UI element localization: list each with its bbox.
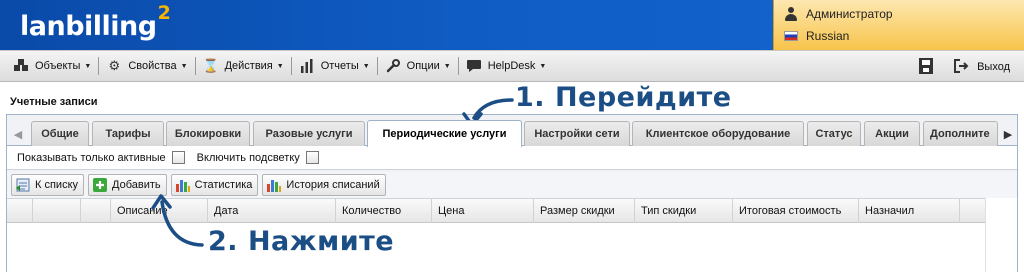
grid-col-blank-2 — [33, 199, 81, 223]
wrench-icon — [385, 58, 401, 74]
annotation-step-2: 2. Нажмите — [208, 226, 395, 257]
tab-additional[interactable]: Дополните — [923, 121, 998, 146]
tab-scroll-left-icon[interactable]: ◀ — [10, 126, 26, 142]
panel-title: Учетные записи — [0, 84, 1024, 116]
grid-header: Описание Дата Количество Цена Размер ски… — [7, 198, 1017, 223]
app-logo: lanbilling2 — [20, 2, 171, 42]
chevron-down-icon: ▼ — [362, 62, 370, 70]
hourglass-icon: ⌛ — [202, 58, 219, 73]
grid-col-discount-type[interactable]: Тип скидки — [635, 199, 733, 223]
menu-helpdesk-label: HelpDesk — [487, 60, 536, 72]
statistics-button[interactable]: Статистика — [170, 174, 259, 196]
grid-col-quantity[interactable]: Количество — [336, 199, 432, 223]
tab-network-settings[interactable]: Настройки сети — [524, 121, 630, 146]
menu-actions-label: Действия — [224, 60, 273, 72]
bar-chart-icon — [266, 177, 282, 193]
exit-label: Выход — [977, 61, 1010, 73]
tab-general[interactable]: Общие — [31, 121, 89, 146]
grid-col-description[interactable]: Описание — [111, 199, 208, 223]
user-icon — [784, 7, 798, 21]
menu-divider — [376, 57, 378, 75]
tab-scroll-right-icon[interactable]: ▶ — [1000, 126, 1016, 142]
tab-strip: ◀ Общие Тарифы Блокировки Разовые услуги… — [6, 118, 1018, 147]
language-row[interactable]: Russian — [784, 26, 849, 46]
user-panel: Администратор Russian — [773, 0, 1024, 50]
grid-col-price[interactable]: Цена — [432, 199, 534, 223]
grid-col-tail — [960, 199, 987, 223]
menu-helpdesk[interactable]: HelpDesk ▼ — [461, 55, 552, 77]
bar-chart-icon — [175, 177, 191, 193]
main-menubar: Объекты ▼ ⚙ Свойства ▼ ⌛ Действия ▼ Отче… — [0, 50, 1024, 82]
menu-reports[interactable]: Отчеты ▼ — [294, 55, 375, 77]
menu-divider — [290, 57, 292, 75]
add-label: Добавить — [112, 179, 161, 191]
chevron-down-icon: ▼ — [276, 62, 284, 70]
tab-promotions[interactable]: Акции — [864, 121, 920, 146]
menu-divider — [457, 57, 459, 75]
menu-reports-label: Отчеты — [320, 60, 359, 72]
menu-objects-label: Объекты — [35, 60, 81, 72]
back-to-list-label: К списку — [35, 179, 79, 191]
filter-options: Показывать только активные Включить подс… — [7, 146, 1017, 170]
menu-divider — [98, 57, 100, 75]
charge-history-label: История списаний — [286, 179, 380, 191]
tab-client-equipment[interactable]: Клиентское оборудование — [632, 121, 804, 146]
grid-col-discount-size[interactable]: Размер скидки — [534, 199, 635, 223]
app-root: lanbilling2 Администратор Russian Объект… — [0, 0, 1024, 272]
user-name-row[interactable]: Администратор — [784, 4, 893, 24]
tab-blocks[interactable]: Блокировки — [166, 121, 250, 146]
user-name: Администратор — [806, 7, 893, 21]
add-button[interactable]: Добавить — [88, 174, 167, 196]
grid-col-assigned-by[interactable]: Назначил — [859, 199, 960, 223]
menu-actions[interactable]: ⌛ Действия ▼ — [198, 55, 289, 77]
cubes-icon — [13, 58, 29, 74]
russia-flag-icon — [784, 31, 798, 41]
grid-scrollbar-area[interactable] — [985, 198, 1017, 272]
tab-one-time-services[interactable]: Разовые услуги — [253, 121, 365, 146]
statistics-label: Статистика — [194, 179, 253, 191]
show-active-only-label: Показывать только активные — [17, 151, 166, 164]
menu-properties-label: Свойства — [128, 60, 177, 72]
show-active-only-checkbox[interactable] — [171, 151, 185, 164]
highlight-label: Включить подсветку — [196, 151, 300, 164]
back-to-list-button[interactable]: К списку — [11, 174, 85, 196]
grid-toolbar: К списку Добавить Статистика История спи… — [7, 172, 1017, 198]
exit-button[interactable]: Выход — [953, 58, 1010, 77]
menu-properties[interactable]: ⚙ Свойства ▼ — [101, 55, 192, 77]
bar-chart-icon — [299, 58, 315, 74]
chevron-down-icon: ▼ — [443, 62, 451, 70]
grid-col-blank-3 — [81, 199, 111, 223]
grid-col-date[interactable]: Дата — [208, 199, 336, 223]
grid-body — [7, 223, 1017, 272]
list-back-icon — [15, 177, 31, 193]
charge-history-button[interactable]: История списаний — [262, 174, 386, 196]
menubar-right: Выход — [919, 56, 1010, 78]
menu-options[interactable]: Опции ▼ — [380, 55, 456, 77]
plus-icon — [92, 177, 108, 193]
app-header: lanbilling2 Администратор Russian — [0, 0, 1024, 50]
highlight-checkbox[interactable] — [305, 151, 319, 164]
tab-status[interactable]: Статус — [807, 121, 861, 146]
chat-bubble-icon — [466, 58, 482, 74]
save-icon[interactable] — [919, 57, 934, 77]
grid-col-total-cost[interactable]: Итоговая стоимость — [733, 199, 859, 223]
language-label: Russian — [806, 29, 850, 43]
menu-objects[interactable]: Объекты ▼ — [8, 55, 96, 77]
tab-tariffs[interactable]: Тарифы — [92, 121, 164, 146]
menu-divider — [194, 57, 196, 75]
gear-icon: ⚙ — [108, 58, 121, 73]
chevron-down-icon: ▼ — [539, 62, 547, 70]
annotation-step-1: 1. Перейдите — [515, 82, 732, 113]
chevron-down-icon: ▼ — [180, 62, 188, 70]
chevron-down-icon: ▼ — [84, 62, 92, 70]
menu-options-label: Опции — [406, 60, 440, 72]
tab-periodic-services[interactable]: Периодические услуги — [367, 120, 522, 147]
exit-icon — [953, 58, 969, 77]
grid-col-blank-1 — [7, 199, 33, 223]
